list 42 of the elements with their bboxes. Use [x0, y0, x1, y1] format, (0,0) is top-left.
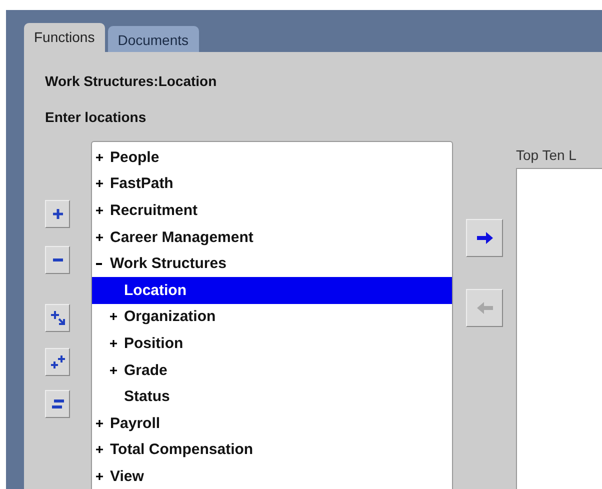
plus-icon: [96, 154, 103, 161]
focus-button[interactable]: [45, 304, 70, 332]
minus-icon: [96, 262, 102, 265]
tree-item[interactable]: Location: [92, 276, 452, 304]
plus-icon: [96, 446, 103, 454]
tree-item[interactable]: Position: [92, 330, 452, 357]
left-arrow-icon: [476, 302, 494, 314]
tree-item[interactable]: Career Management: [92, 224, 452, 250]
tree-item[interactable]: Total Compensation: [92, 436, 452, 464]
tree-item[interactable]: Work Structures: [92, 250, 452, 277]
double-minus-icon: [50, 398, 64, 410]
list-label: Top Ten L: [516, 147, 578, 163]
tree-item[interactable]: Grade: [92, 356, 452, 384]
plus-arrow-icon: [50, 310, 66, 326]
plus-icon: [96, 234, 103, 241]
tree-item[interactable]: Status: [92, 383, 452, 410]
double-plus-icon: [50, 354, 66, 370]
tree-item[interactable]: Payroll: [92, 410, 452, 437]
tab[interactable]: Documents: [108, 26, 199, 52]
tree-item[interactable]: Organization: [92, 304, 452, 330]
page-title: Work Structures:Location: [45, 73, 218, 89]
instruction-text: Enter locations: [45, 109, 148, 125]
plus-icon: [110, 340, 117, 347]
plus-icon: [110, 366, 117, 374]
plus-icon: [52, 208, 64, 220]
plus-icon: [96, 206, 103, 214]
minus-icon: [52, 258, 64, 262]
expand-all-button[interactable]: [45, 348, 70, 376]
plus-icon: [96, 472, 103, 480]
tree-item[interactable]: View: [92, 463, 452, 489]
plus-icon: [96, 420, 103, 427]
tree-item[interactable]: People: [92, 144, 452, 171]
collapse-button[interactable]: [45, 246, 70, 274]
tree-item[interactable]: Recruitment: [92, 197, 452, 224]
move-right-button[interactable]: [466, 219, 503, 257]
right-arrow-icon: [476, 232, 494, 244]
plus-icon: [110, 313, 117, 320]
tab[interactable]: Functions: [24, 23, 105, 52]
collapse-all-button[interactable]: [45, 390, 70, 418]
tree-item[interactable]: FastPath: [92, 170, 452, 198]
expand-button[interactable]: [45, 200, 70, 228]
plus-icon: [96, 180, 103, 188]
